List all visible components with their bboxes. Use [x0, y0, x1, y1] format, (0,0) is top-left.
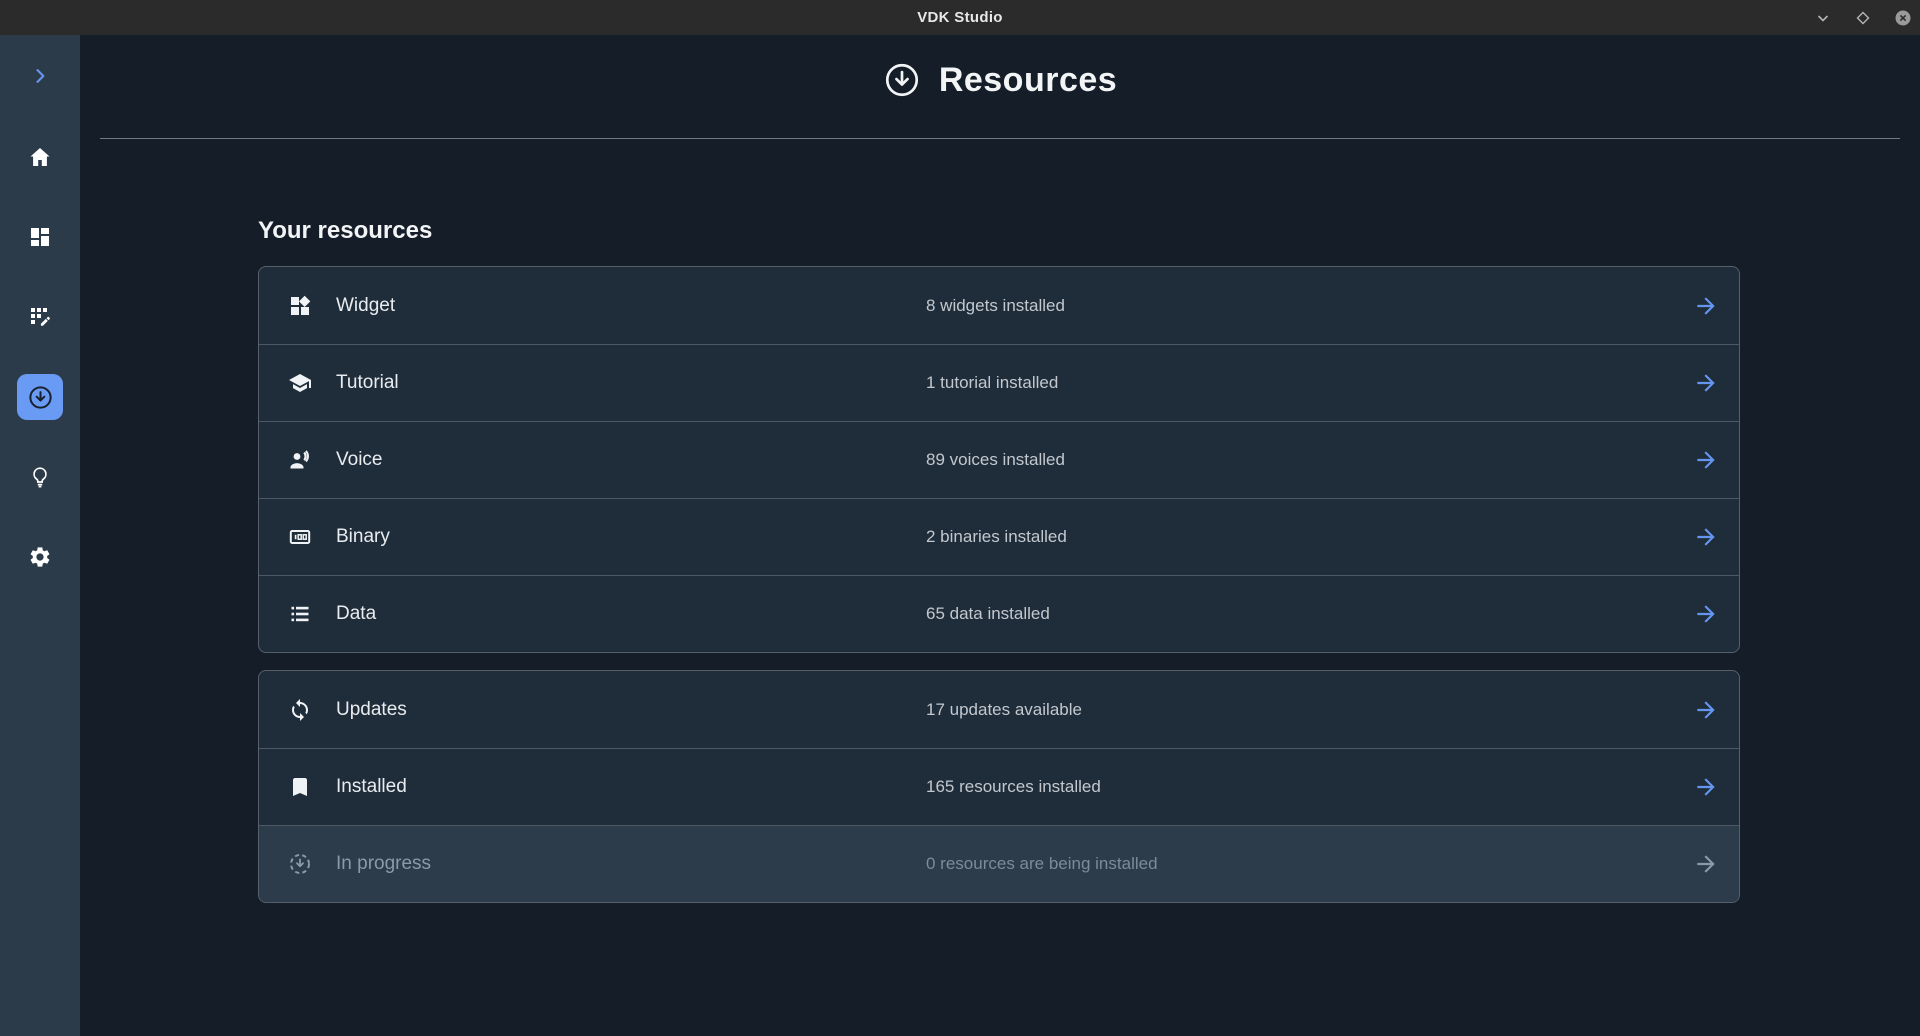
minimize-button[interactable]: [1814, 9, 1832, 27]
row-left: Tutorial: [259, 371, 926, 395]
arrow-right-icon: [1693, 601, 1739, 627]
download-circle-icon: [27, 384, 54, 411]
close-button[interactable]: [1894, 9, 1912, 27]
app-shell: Resources Your resources Widget 8 widget…: [0, 35, 1920, 1036]
diamond-icon: [1855, 10, 1871, 26]
row-left: In progress: [259, 852, 926, 876]
row-left: Installed: [259, 775, 926, 799]
section-title: Your resources: [258, 217, 1920, 245]
sync-icon: [288, 698, 312, 722]
close-circle-icon: [1894, 9, 1912, 27]
sidebar-item-dashboard[interactable]: [0, 197, 80, 277]
row-left: Voice: [259, 448, 926, 472]
sidebar-item-settings[interactable]: [0, 517, 80, 597]
home-icon: [28, 145, 52, 169]
row-left: Binary: [259, 525, 926, 549]
sidebar-item-editor[interactable]: [0, 277, 80, 357]
resource-row-widget[interactable]: Widget 8 widgets installed: [259, 267, 1739, 344]
arrow-right-icon: [1693, 851, 1739, 877]
resource-row-installed[interactable]: Installed 165 resources installed: [259, 748, 1739, 825]
row-left: Widget: [259, 294, 926, 318]
dashboard-icon: [28, 225, 52, 249]
row-status: 8 widgets installed: [926, 296, 1065, 316]
arrow-right-icon: [1693, 524, 1739, 550]
row-left: Updates: [259, 698, 926, 722]
sidebar-active-highlight: [17, 374, 63, 420]
row-label: Installed: [336, 776, 407, 798]
bookmark-icon: [288, 775, 312, 799]
chevron-down-icon: [1815, 10, 1831, 26]
header-divider: [100, 138, 1900, 139]
downloading-icon: [288, 852, 312, 876]
row-label: Updates: [336, 699, 407, 721]
graduation-cap-icon: [288, 371, 312, 395]
main-content: Resources Your resources Widget 8 widget…: [80, 35, 1920, 1036]
row-label: Widget: [336, 295, 395, 317]
row-status: 165 resources installed: [926, 777, 1101, 797]
resource-row-in-progress[interactable]: In progress 0 resources are being instal…: [259, 825, 1739, 902]
arrow-right-icon: [1693, 293, 1739, 319]
row-status: 17 updates available: [926, 700, 1082, 720]
resource-status-card: Updates 17 updates available Installed 1…: [258, 670, 1740, 903]
row-label: Tutorial: [336, 372, 399, 394]
binary-icon: [288, 525, 312, 549]
sidebar-item-ideas[interactable]: [0, 437, 80, 517]
window-title: VDK Studio: [917, 9, 1003, 26]
sidebar-expand-button[interactable]: [0, 35, 80, 117]
resource-row-updates[interactable]: Updates 17 updates available: [259, 671, 1739, 748]
lightbulb-icon: [28, 465, 52, 489]
resource-row-data[interactable]: Data 65 data installed: [259, 575, 1739, 652]
arrow-right-icon: [1693, 697, 1739, 723]
row-label: Binary: [336, 526, 390, 548]
sidebar: [0, 35, 80, 1036]
voice-icon: [288, 448, 312, 472]
row-label: In progress: [336, 853, 431, 875]
window-controls: [1814, 0, 1912, 35]
edit-grid-icon: [28, 305, 52, 329]
row-label: Data: [336, 603, 376, 625]
gear-icon: [28, 545, 52, 569]
chevron-right-icon: [30, 66, 50, 86]
sidebar-item-home[interactable]: [0, 117, 80, 197]
row-status: 65 data installed: [926, 604, 1050, 624]
row-status: 89 voices installed: [926, 450, 1065, 470]
resource-row-tutorial[interactable]: Tutorial 1 tutorial installed: [259, 344, 1739, 421]
resource-row-binary[interactable]: Binary 2 binaries installed: [259, 498, 1739, 575]
maximize-button[interactable]: [1854, 9, 1872, 27]
download-circle-icon: [883, 61, 921, 99]
arrow-right-icon: [1693, 774, 1739, 800]
page-title: Resources: [939, 61, 1117, 100]
data-list-icon: [288, 602, 312, 626]
arrow-right-icon: [1693, 447, 1739, 473]
widgets-icon: [288, 294, 312, 318]
sidebar-item-resources[interactable]: [0, 357, 80, 437]
row-status: 2 binaries installed: [926, 527, 1067, 547]
titlebar: VDK Studio: [0, 0, 1920, 35]
row-status: 1 tutorial installed: [926, 373, 1058, 393]
arrow-right-icon: [1693, 370, 1739, 396]
row-status: 0 resources are being installed: [926, 854, 1158, 874]
row-label: Voice: [336, 449, 382, 471]
resource-row-voice[interactable]: Voice 89 voices installed: [259, 421, 1739, 498]
page-header: Resources: [80, 35, 1920, 103]
resource-types-card: Widget 8 widgets installed Tutorial 1 tu…: [258, 266, 1740, 653]
row-left: Data: [259, 602, 926, 626]
